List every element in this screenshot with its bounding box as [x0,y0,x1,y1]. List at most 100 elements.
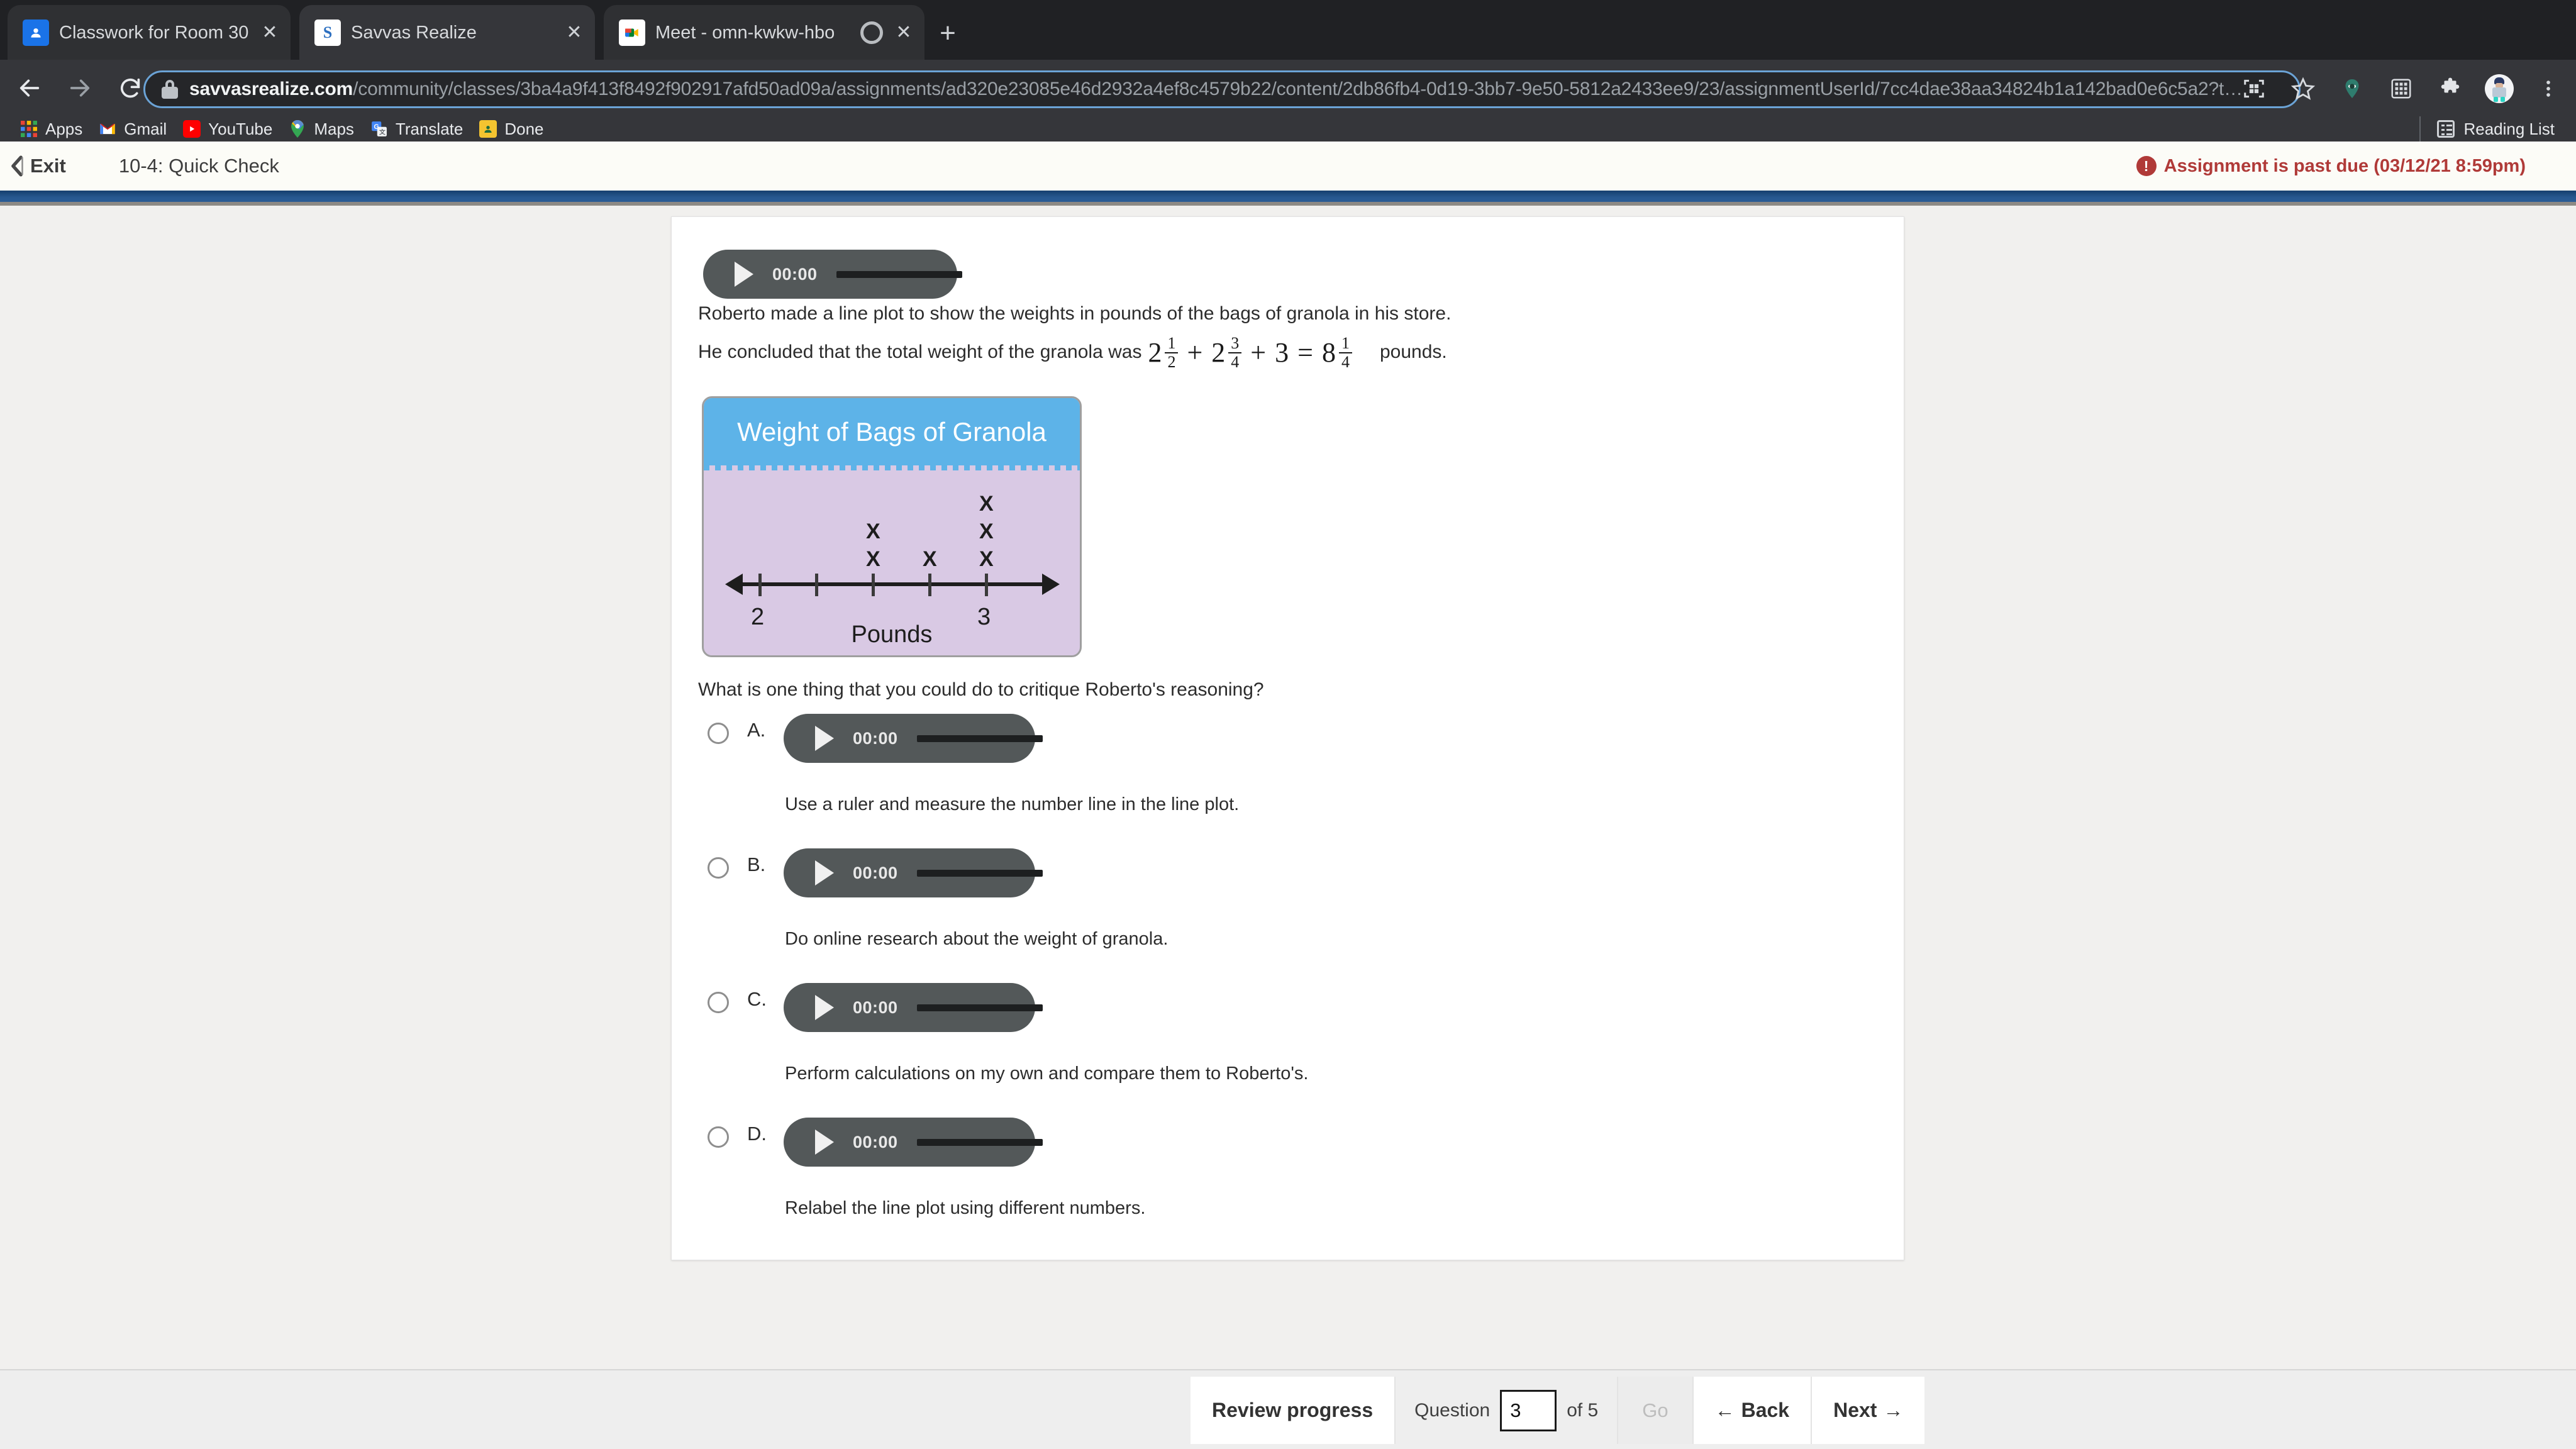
bookmark-star-icon[interactable] [2288,74,2318,104]
exit-button[interactable]: Exit [10,155,66,177]
play-icon[interactable] [735,262,753,287]
audio-time: 00:00 [853,997,898,1017]
bookmark-label: YouTube [208,119,273,138]
bookmark-done[interactable]: Done [475,116,556,142]
option-c-audio-player[interactable]: 00:00 [784,983,1043,1032]
bookmark-label: Apps [45,119,83,138]
fraction: 1 2 [1165,333,1179,371]
axis-tick-3 [872,574,875,596]
play-icon[interactable] [815,860,834,886]
audio-pill[interactable]: 00:00 [784,1118,1043,1167]
radio-button-b[interactable] [708,857,729,879]
new-tab-button[interactable]: + [930,16,966,53]
url-text: savvasrealize.com/community/classes/3ba4… [189,79,2243,100]
play-icon[interactable] [815,995,834,1020]
bookmark-youtube[interactable]: YouTube [179,116,285,142]
question-label: Question [1414,1399,1491,1421]
question-card: 00:00 Roberto made a line plot to show t… [671,216,1904,1260]
tab-title: Classwork for Room 309 - Mrs. [59,22,249,43]
next-button[interactable]: Next → [1812,1377,1925,1444]
go-button[interactable]: Go [1618,1377,1694,1444]
grammarly-extension-icon[interactable] [2337,74,2367,104]
bookmark-apps[interactable]: Apps [16,116,95,142]
data-mark: X [979,547,994,571]
address-bar[interactable]: savvasrealize.com/community/classes/3ba4… [143,70,2301,108]
audio-pill[interactable]: 00:00 [784,714,1043,763]
back-button[interactable]: ← Back [1693,1377,1813,1444]
arrow-left-icon: ← [1714,1399,1735,1421]
app-header: Exit 10-4: Quick Check ! Assignment is p… [0,142,2576,191]
audio-progress-track[interactable] [916,735,1043,742]
forward-button[interactable] [59,67,101,109]
question-number-input[interactable] [1500,1389,1557,1431]
question-navigator: Question of 5 [1396,1377,1619,1444]
audio-time: 00:00 [772,264,818,284]
option-a-text: Use a ruler and measure the number line … [785,794,1240,814]
omnibox-actions [2239,74,2563,104]
play-icon[interactable] [815,1130,834,1155]
tab-strip: Classwork for Room 309 - Mrs. ✕ S Savvas… [0,0,2576,60]
bookmark-label: Translate [395,119,464,138]
figure-dashed-divider [704,465,1080,470]
avatar[interactable] [2484,74,2514,104]
bookmark-maps[interactable]: Maps [285,116,367,142]
back-button[interactable] [9,67,50,109]
extensions-puzzle-icon[interactable] [2435,74,2465,104]
browser-tab-meet[interactable]: Meet - omn-kwkw-hbo ✕ [604,5,924,60]
google-translate-icon: G文 [370,120,388,138]
review-progress-button[interactable]: Review progress [1191,1377,1396,1444]
reading-list-button[interactable]: Reading List [2419,116,2555,142]
bookmark-translate[interactable]: G文 Translate [367,116,475,142]
option-a-audio-player[interactable]: 00:00 [784,714,1043,763]
radio-button-a[interactable] [708,723,729,744]
close-icon[interactable]: ✕ [893,23,914,42]
audio-progress-track[interactable] [916,869,1043,877]
close-icon[interactable]: ✕ [564,23,585,42]
google-classroom-icon [479,120,497,138]
audio-pill[interactable]: 00:00 [784,848,1043,897]
browser-tab-savvas[interactable]: S Savvas Realize ✕ [299,5,595,60]
audio-pill[interactable]: 00:00 [784,983,1043,1032]
audio-progress-track[interactable] [916,1004,1043,1011]
reading-list-label: Reading List [2463,119,2555,138]
apps-grid-icon [20,120,38,138]
qr-code-icon[interactable] [2239,74,2269,104]
operator-plus-1: + [1187,336,1203,368]
operator-plus-2: + [1250,336,1267,368]
denominator: 4 [1228,352,1242,371]
data-mark: X [866,519,880,543]
radio-button-d[interactable] [708,1126,729,1148]
close-icon[interactable]: ✕ [259,23,280,42]
accent-bar [0,191,2576,202]
whole-part: 2 [1211,336,1226,368]
bookmark-gmail[interactable]: Gmail [95,116,179,142]
browser-tab-classwork[interactable]: Classwork for Room 309 - Mrs. ✕ [8,5,291,60]
numerator: 1 [1341,333,1350,352]
savvas-icon: S [314,19,341,46]
option-d-audio-player[interactable]: 00:00 [784,1118,1043,1167]
footer-controls: Review progress Question of 5 Go ← Back … [1191,1377,1925,1444]
question-audio-player[interactable]: 00:00 [703,250,962,299]
alert-icon: ! [2136,156,2157,176]
option-b-audio-player[interactable]: 00:00 [784,848,1043,897]
audio-progress-track[interactable] [836,270,962,278]
axis-tick-5 [985,574,988,596]
mixed-number-4: 8 1 4 [1322,333,1352,371]
of-total-label: of 5 [1567,1399,1599,1421]
exit-label: Exit [30,155,66,177]
data-mark: X [923,547,937,571]
axis-unit-label: Pounds [851,621,933,648]
line-plot-figure: Weight of Bags of Granola X X X X X X 2 [702,396,1082,657]
numerator: 1 [1167,333,1176,352]
url-host: savvasrealize.com [189,79,353,99]
fraction: 3 4 [1228,334,1242,371]
chrome-menu-icon[interactable] [2533,74,2563,104]
apps-grid-icon[interactable] [2386,74,2416,104]
chevron-left-icon [10,155,24,177]
audio-time: 00:00 [853,1132,898,1152]
question-stem: Roberto made a line plot to show the wei… [698,299,1874,371]
radio-button-c[interactable] [708,992,729,1013]
audio-progress-track[interactable] [916,1138,1043,1146]
math-expression: 2 1 2 + 2 3 4 + 3 = 8 1 4 [1148,333,1352,371]
play-icon[interactable] [815,726,834,751]
